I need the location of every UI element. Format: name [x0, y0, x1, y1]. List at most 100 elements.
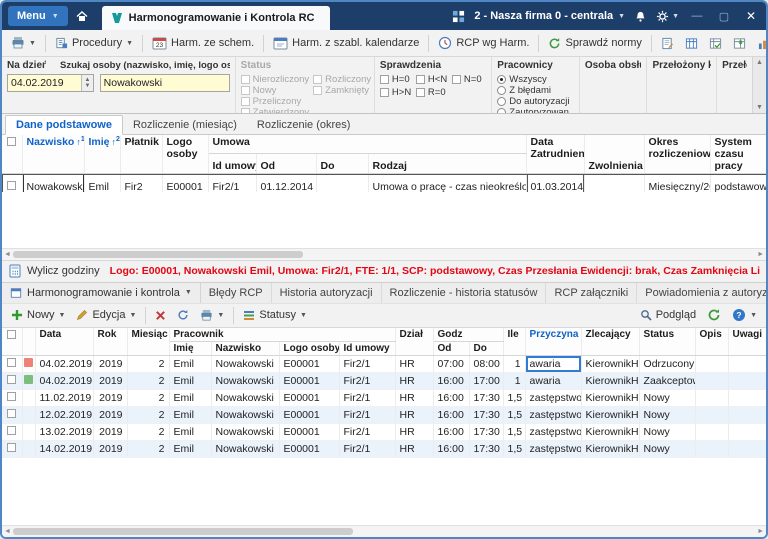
- filter-checkbox[interactable]: Nowy: [241, 85, 310, 96]
- cell[interactable]: HR: [395, 372, 433, 389]
- sprawdz-normy-button[interactable]: Sprawdź normy: [543, 34, 646, 53]
- col-ile[interactable]: Ile: [503, 328, 525, 356]
- filter-radio[interactable]: Zautoryzowan: [497, 107, 574, 113]
- overtime-row[interactable]: 04.02.201920192EmilNowakowskiE00001Fir2/…: [2, 372, 766, 389]
- cell[interactable]: 2: [127, 440, 169, 457]
- scroll-thumb[interactable]: [13, 251, 303, 258]
- home-button[interactable]: [68, 4, 96, 28]
- filter-checkbox[interactable]: H>N: [380, 87, 416, 98]
- cell[interactable]: Nowakowski: [211, 389, 279, 406]
- cell[interactable]: E00001: [279, 406, 339, 423]
- menu-button[interactable]: Menu ▼: [8, 6, 68, 26]
- cell[interactable]: Emil: [169, 355, 211, 372]
- cell[interactable]: [695, 389, 728, 406]
- tab-rozliczenie-okres[interactable]: Rozliczenie (okres): [247, 116, 361, 134]
- row-checkbox[interactable]: [2, 406, 22, 423]
- cell[interactable]: 04.02.2019: [35, 372, 93, 389]
- col-status[interactable]: Status: [639, 328, 695, 356]
- cell[interactable]: Nowy: [639, 440, 695, 457]
- cell[interactable]: 1: [503, 355, 525, 372]
- col-platnik[interactable]: Płatnik: [120, 135, 162, 174]
- select-all-checkbox[interactable]: [2, 328, 22, 356]
- cell[interactable]: Emil: [169, 372, 211, 389]
- cell[interactable]: Odrzucony: [639, 355, 695, 372]
- cell[interactable]: 17:30: [469, 406, 503, 423]
- col-rok[interactable]: Rok: [93, 328, 127, 356]
- col-system[interactable]: System czasu pracy: [710, 135, 766, 174]
- cell[interactable]: 2019: [93, 372, 127, 389]
- filter-radio[interactable]: Z błędami: [497, 85, 574, 96]
- cell[interactable]: 17:30: [469, 423, 503, 440]
- col-zlecajacy[interactable]: Zlecający: [581, 328, 639, 356]
- cell[interactable]: Emil: [169, 389, 211, 406]
- cell[interactable]: E00001: [279, 423, 339, 440]
- col-logo-osoby[interactable]: Logo osoby: [162, 135, 208, 174]
- rcp-wg-harm-button[interactable]: RCP wg Harm.: [433, 33, 534, 53]
- cell[interactable]: [695, 406, 728, 423]
- filter-checkbox[interactable]: Zatwierdzony: [241, 107, 310, 113]
- filter-radio[interactable]: Wszyscy: [497, 74, 574, 85]
- cell[interactable]: 2019: [93, 389, 127, 406]
- bottom-tab[interactable]: Rozliczenie - historia statusów: [382, 283, 547, 303]
- cell[interactable]: Zaakceptowany: [639, 372, 695, 389]
- cell[interactable]: [695, 440, 728, 457]
- col-rodzaj[interactable]: Rodzaj: [368, 154, 526, 174]
- refresh-small-button[interactable]: [172, 306, 194, 324]
- table-check-button[interactable]: [704, 34, 727, 53]
- cell[interactable]: 2019: [93, 440, 127, 457]
- col-group-umowa[interactable]: Umowa: [208, 135, 526, 154]
- doc-edit-button[interactable]: [656, 34, 679, 53]
- col-od[interactable]: Od: [256, 154, 316, 174]
- main-horizontal-scrollbar[interactable]: ◄ ►: [2, 248, 766, 260]
- cell[interactable]: 2019: [93, 423, 127, 440]
- overtime-row[interactable]: 12.02.201920192EmilNowakowskiE00001Fir2/…: [2, 406, 766, 423]
- col-do[interactable]: Do: [469, 341, 503, 355]
- cell[interactable]: Nowy: [639, 406, 695, 423]
- cell[interactable]: 2: [127, 406, 169, 423]
- col-okres[interactable]: Okres rozliczeniowy: [644, 135, 710, 174]
- date-spinner[interactable]: ▲▼: [81, 75, 92, 91]
- cell[interactable]: Nowy: [639, 423, 695, 440]
- tab-rozliczenie-miesiac[interactable]: Rozliczenie (miesiąc): [123, 116, 247, 134]
- cell[interactable]: HR: [395, 406, 433, 423]
- wylicz-godziny-button[interactable]: Wylicz godziny: [8, 264, 100, 278]
- refresh-bottom-button[interactable]: [702, 305, 726, 325]
- cell[interactable]: HR: [395, 440, 433, 457]
- tab-dane-podstawowe[interactable]: Dane podstawowe: [5, 115, 123, 135]
- cell[interactable]: Emil: [169, 440, 211, 457]
- document-tab[interactable]: Harmonogramowanie i Kontrola RC: [102, 6, 331, 30]
- col-data-zatrudnienia[interactable]: Data Zatrudnienia: [526, 135, 584, 174]
- cell[interactable]: KierownikHR: [581, 423, 639, 440]
- overtime-row[interactable]: 04.02.201920192EmilNowakowskiE00001Fir2/…: [2, 355, 766, 372]
- col-group-godz[interactable]: Godz: [433, 328, 503, 342]
- filter-checkbox[interactable]: N=0: [452, 74, 488, 85]
- cell[interactable]: KierownikHR: [581, 440, 639, 457]
- cell[interactable]: 16:00: [433, 372, 469, 389]
- print-button[interactable]: ▼: [6, 33, 41, 53]
- edycja-button[interactable]: Edycja ▼: [71, 306, 141, 324]
- cell[interactable]: Emil: [169, 423, 211, 440]
- notifications-bell-icon[interactable]: [634, 10, 647, 23]
- table-view-button[interactable]: [680, 34, 703, 53]
- col-logo-osoby[interactable]: Logo osoby: [279, 341, 339, 355]
- close-button[interactable]: ✕: [742, 9, 760, 23]
- cell[interactable]: 13.02.2019: [35, 423, 93, 440]
- cell[interactable]: awaria: [525, 372, 581, 389]
- col-data[interactable]: Data: [35, 328, 93, 356]
- cell[interactable]: 16:00: [433, 389, 469, 406]
- col-dzial[interactable]: Dział: [395, 328, 433, 356]
- cell[interactable]: [695, 423, 728, 440]
- filter-checkbox[interactable]: Nierozliczony: [241, 74, 310, 85]
- cell[interactable]: 1,5: [503, 406, 525, 423]
- cell[interactable]: zastępstwo: [525, 440, 581, 457]
- bottom-horizontal-scrollbar[interactable]: ◄ ►: [2, 525, 766, 537]
- cell[interactable]: 1,5: [503, 440, 525, 457]
- col-zwolnienia[interactable]: Zwolnienia: [584, 135, 644, 174]
- cell[interactable]: 14.02.2019: [35, 440, 93, 457]
- cell[interactable]: 16:00: [433, 406, 469, 423]
- cell[interactable]: KierownikHR: [581, 372, 639, 389]
- cell[interactable]: 08:00: [469, 355, 503, 372]
- cell[interactable]: 1,5: [503, 389, 525, 406]
- col-group-pracownik[interactable]: Pracownik: [169, 328, 395, 342]
- cell[interactable]: [728, 423, 766, 440]
